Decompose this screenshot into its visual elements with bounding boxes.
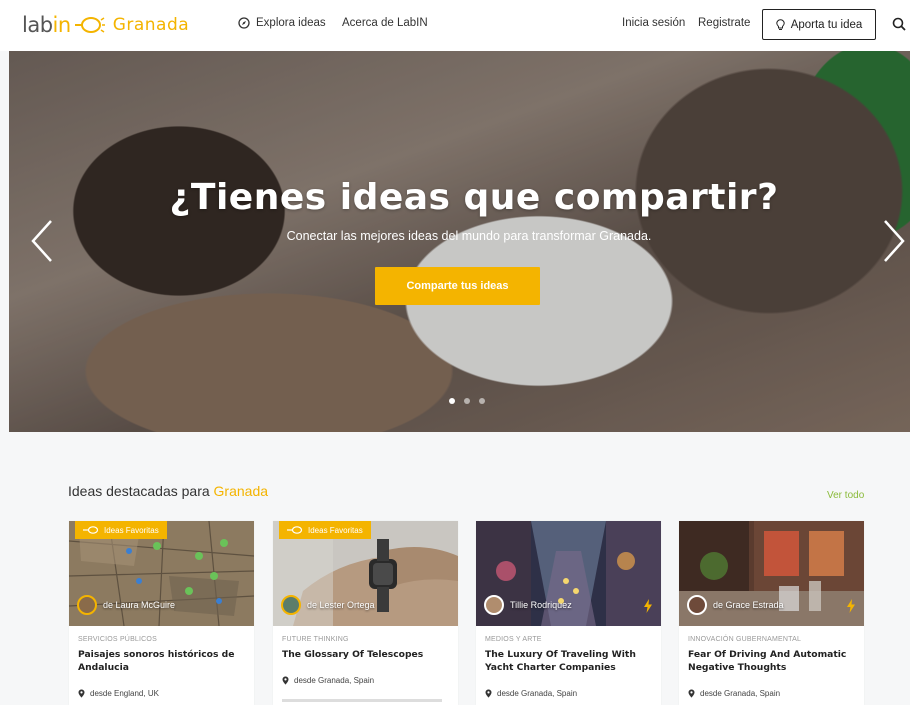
featured-title: Ideas destacadas para Granada: [68, 483, 268, 499]
bulb-icon: [775, 18, 785, 30]
login-link[interactable]: Inicia sesión: [622, 17, 685, 29]
brand-logo[interactable]: labin Granada: [22, 10, 189, 40]
register-label: Registrate: [698, 17, 751, 29]
card-author[interactable]: de Lester Ortega: [281, 595, 375, 615]
card-location: desde Granada, Spain: [485, 689, 577, 698]
carousel-dot[interactable]: [479, 398, 485, 404]
bolt-icon: [847, 599, 855, 613]
author-name: de Lester Ortega: [307, 600, 375, 610]
location-text: desde Granada, Spain: [700, 689, 781, 698]
bulb-icon: [83, 526, 99, 534]
card-title[interactable]: The Luxury Of Traveling With Yacht Chart…: [485, 648, 653, 674]
card-title[interactable]: Fear Of Driving And Automatic Negative T…: [688, 648, 856, 674]
login-label: Inicia sesión: [622, 17, 686, 29]
favorite-badge-label: Ideas Favoritas: [308, 525, 363, 535]
location-text: desde England, UK: [90, 689, 159, 698]
map-pin-icon: [485, 689, 492, 698]
card-location: desde England, UK: [78, 689, 159, 698]
card-location: desde Granada, Spain: [688, 689, 780, 698]
card-category: INNOVACIÓN GUBERNAMENTAL: [688, 636, 802, 643]
hero-carousel: ¿Tienes ideas que compartir? Conectar la…: [9, 51, 910, 432]
card-author[interactable]: de Grace Estrada: [687, 595, 784, 615]
top-nav: labin Granada Explora ideas Acerca de La…: [0, 0, 910, 51]
about-label: Acerca de LabIN: [342, 17, 428, 29]
map-pin-icon: [688, 689, 695, 698]
avatar: [687, 595, 707, 615]
logo-text: labin: [22, 13, 71, 37]
card-excerpt: [282, 699, 442, 702]
card-category: MEDIOS Y ARTE: [485, 636, 542, 643]
idea-card[interactable]: Ideas Favoritas de Lester Ortega FUTURE …: [273, 521, 458, 705]
location-text: desde Granada, Spain: [497, 689, 578, 698]
map-pin-icon: [78, 689, 85, 698]
bulb-icon: [287, 526, 303, 534]
featured-title-city: Granada: [213, 483, 269, 499]
carousel-dot[interactable]: [449, 398, 455, 404]
card-location: desde Granada, Spain: [282, 676, 374, 685]
see-all-link[interactable]: Ver todo: [827, 490, 864, 501]
explore-ideas-label: Explora ideas: [256, 17, 326, 29]
author-name: Tillie Rodriquez: [510, 600, 572, 610]
card-author[interactable]: de Laura McGuire: [77, 595, 175, 615]
compass-icon: [238, 17, 250, 29]
idea-card[interactable]: Ideas Favoritas de Laura McGuire SERVICI…: [69, 521, 254, 705]
search-icon[interactable]: [892, 17, 906, 31]
avatar: [77, 595, 97, 615]
author-name: de Laura McGuire: [103, 600, 176, 610]
share-ideas-button[interactable]: Comparte tus ideas: [375, 267, 540, 305]
card-category: SERVICIOS PÚBLICOS: [78, 636, 157, 643]
hero-subtitle: Conectar las mejores ideas del mundo par…: [286, 229, 652, 243]
favorite-badge-label: Ideas Favoritas: [104, 525, 159, 535]
card-title[interactable]: Paisajes sonoros históricos de Andalucia: [78, 648, 246, 674]
register-link[interactable]: Registrate: [698, 17, 750, 29]
explore-ideas-link[interactable]: Explora ideas: [238, 17, 326, 29]
card-title[interactable]: The Glossary Of Telescopes: [282, 648, 450, 661]
featured-title-prefix: Ideas destacadas para: [68, 483, 210, 499]
about-labin-link[interactable]: Acerca de LabIN: [342, 17, 428, 29]
idea-card[interactable]: de Grace Estrada INNOVACIÓN GUBERNAMENTA…: [679, 521, 864, 705]
location-text: desde Granada, Spain: [294, 676, 375, 685]
card-author[interactable]: Tillie Rodriquez: [484, 595, 572, 615]
idea-card[interactable]: Tillie Rodriquez MEDIOS Y ARTE The Luxur…: [476, 521, 661, 705]
bolt-icon: [644, 599, 652, 613]
carousel-dots: [449, 398, 485, 404]
hero-title: ¿Tienes ideas que compartir?: [169, 177, 779, 218]
author-name: de Grace Estrada: [713, 600, 784, 610]
carousel-dot[interactable]: [464, 398, 470, 404]
avatar: [281, 595, 301, 615]
bulb-logo-icon: [74, 17, 105, 33]
favorite-badge: Ideas Favoritas: [75, 521, 167, 539]
map-pin-icon: [282, 676, 289, 685]
card-category: FUTURE THINKING: [282, 636, 349, 643]
contribute-label: Aporta tu idea: [790, 18, 863, 31]
logo-city: Granada: [112, 15, 190, 35]
avatar: [484, 595, 504, 615]
favorite-badge: Ideas Favoritas: [279, 521, 371, 539]
contribute-idea-button[interactable]: Aporta tu idea: [762, 9, 876, 40]
